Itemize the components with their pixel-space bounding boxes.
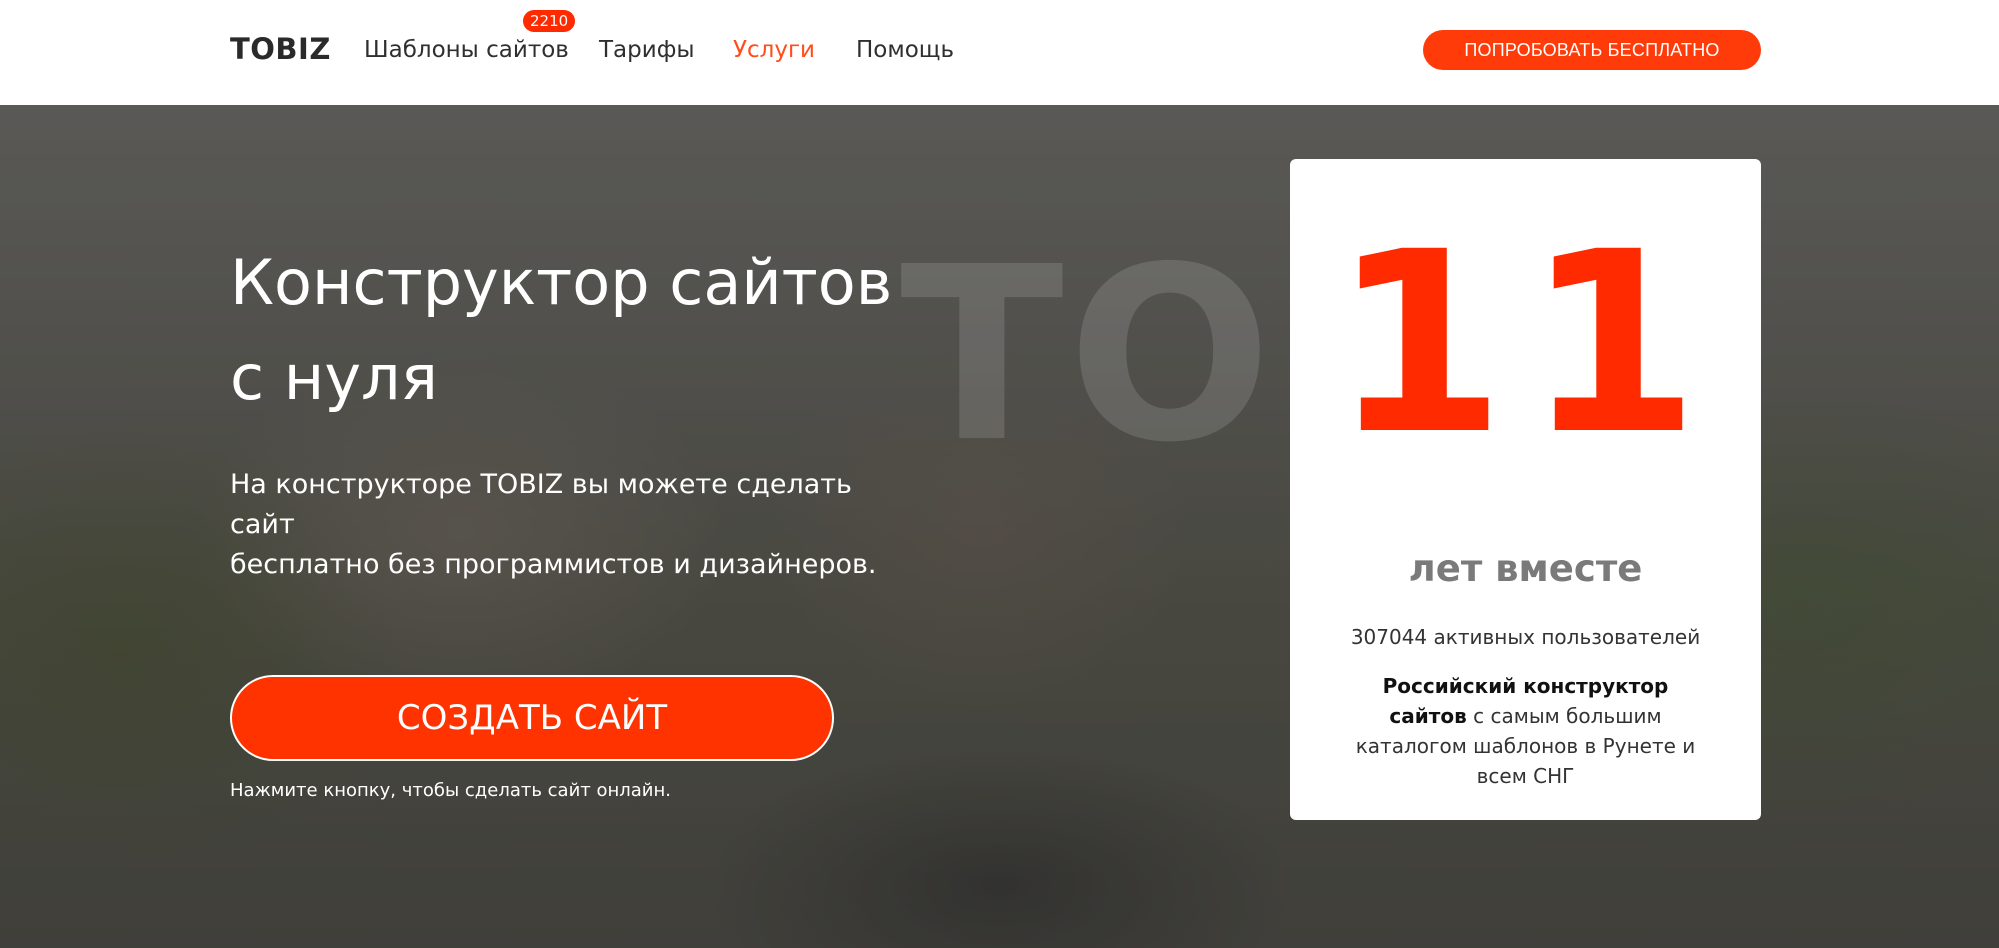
create-site-button[interactable]: СОЗДАТЬ САЙТ (230, 675, 834, 761)
nav-item-help[interactable]: Помощь (856, 37, 954, 63)
stats-card: 11 лет вместе 307044 активных пользовате… (1290, 159, 1761, 820)
hero-subtitle-line-2: бесплатно без программистов и дизайнеров… (230, 549, 877, 580)
hero-title-line-2: с нуля (230, 341, 438, 414)
hero-subtitle-line-1: На конструкторе TOBIZ вы можете сделать … (230, 469, 852, 540)
stats-description: Российский конструктор сайтов с самым бо… (1350, 671, 1701, 791)
nav-item-templates[interactable]: Шаблоны сайтов (364, 37, 569, 63)
years-number: 11 (1331, 198, 1720, 489)
nav-item-services[interactable]: Услуги (733, 37, 815, 63)
hero-subtitle: На конструкторе TOBIZ вы можете сделать … (230, 465, 910, 585)
try-free-button[interactable]: ПОПРОБОВАТЬ БЕСПЛАТНО (1423, 30, 1761, 70)
years-label: лет вместе (1408, 547, 1643, 590)
logo[interactable]: TOBIZ (230, 32, 331, 66)
templates-count-badge: 2210 (523, 10, 576, 32)
hero-section: TOBIZ Конструктор сайтов с нуля На конст… (0, 105, 1999, 948)
nav-item-tariffs[interactable]: Тарифы (599, 37, 695, 63)
hero-title: Конструктор сайтов с нуля (230, 235, 930, 425)
create-site-hint: Нажмите кнопку, чтобы сделать сайт онлай… (230, 780, 671, 801)
site-header: TOBIZ Шаблоны сайтов 2210 Тарифы Услуги … (0, 0, 1999, 105)
hero-title-line-1: Конструктор сайтов (230, 246, 893, 319)
active-users-count: 307044 активных пользователей (1350, 625, 1701, 649)
